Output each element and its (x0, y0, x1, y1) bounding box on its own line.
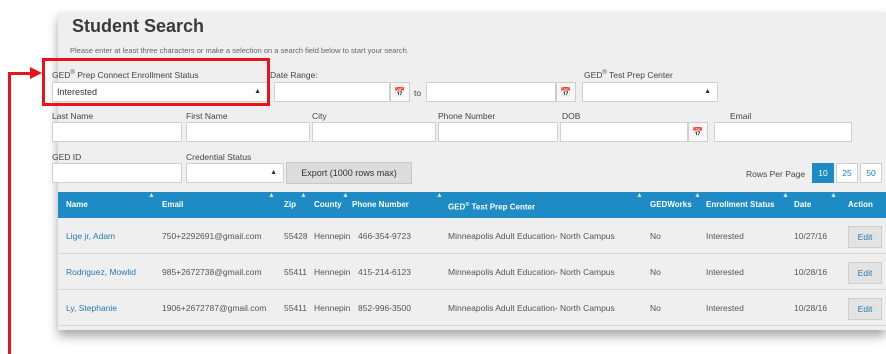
zip-cell: 55411 (284, 267, 308, 277)
sort-icon[interactable]: ▲ (436, 192, 443, 199)
city-label: City (312, 111, 327, 121)
credential-status-select[interactable]: ▲ (186, 163, 284, 183)
chevron-down-icon: ▲ (270, 169, 277, 176)
col-gedworks[interactable]: GEDWorks (650, 192, 692, 218)
sort-icon[interactable]: ▲ (342, 192, 349, 199)
first-name-input[interactable] (186, 122, 310, 142)
phone-number-input[interactable] (438, 122, 558, 142)
credential-status-label: Credential Status (186, 152, 252, 162)
date-cell: 10/27/16 (794, 231, 828, 241)
student-name-link[interactable]: Ly, Stephanie (66, 290, 117, 326)
table-row: Rodriguez, Mowlid 985+2672738@gmail.com … (58, 254, 886, 290)
edit-button[interactable]: Edit (848, 262, 882, 284)
first-name-label: First Name (186, 111, 228, 121)
rows-per-page-25[interactable]: 25 (836, 163, 858, 183)
calendar-icon[interactable]: 📅 (390, 82, 410, 102)
phone-cell: 466-354-9723 (358, 231, 411, 241)
date-from-input[interactable] (274, 82, 390, 102)
email-label: Email (730, 111, 752, 121)
chevron-down-icon: ▲ (704, 88, 711, 95)
enrollment-cell: Interested (706, 267, 744, 277)
table-header: Name ▲ Email ▲ Zip ▲ County ▲ Phone Numb… (58, 192, 886, 218)
dob-label: DOB (562, 111, 581, 121)
sort-icon[interactable]: ▲ (694, 192, 701, 199)
dob-input[interactable] (560, 122, 688, 142)
col-date[interactable]: Date (794, 192, 811, 218)
center-cell: Minneapolis Adult Education- North Campu… (448, 267, 615, 277)
rows-per-page-50[interactable]: 50 (860, 163, 882, 183)
col-phone[interactable]: Phone Number (352, 192, 409, 218)
enrollment-cell: Interested (706, 303, 744, 313)
test-prep-center-label: GED® Test Prep Center (584, 70, 673, 80)
ged-id-input[interactable] (52, 163, 182, 183)
phone-cell: 852-996-3500 (358, 303, 411, 313)
email-cell: 985+2672738@gmail.com (162, 267, 262, 277)
rows-per-page-10[interactable]: 10 (812, 163, 834, 183)
col-action: Action (848, 200, 873, 209)
date-to-input[interactable] (426, 82, 556, 102)
col-email[interactable]: Email (162, 192, 183, 218)
highlight-box (42, 58, 270, 106)
edit-button[interactable]: Edit (848, 298, 882, 320)
date-range-label: Date Range: (270, 70, 318, 80)
calendar-icon[interactable]: 📅 (556, 82, 576, 102)
col-test-prep-center[interactable]: GED® Test Prep Center (448, 192, 535, 218)
sort-icon[interactable]: ▲ (148, 192, 155, 199)
center-cell: Minneapolis Adult Education- North Campu… (448, 303, 615, 313)
edit-button[interactable]: Edit (848, 226, 882, 248)
county-cell: Hennepin (314, 267, 351, 277)
date-cell: 10/28/16 (794, 303, 828, 313)
phone-cell: 415-214-6123 (358, 267, 411, 277)
sort-icon[interactable]: ▲ (300, 192, 307, 199)
county-cell: Hennepin (314, 303, 351, 313)
table-row: Ly, Stephanie 1906+2672787@gmail.com 554… (58, 290, 886, 326)
gedworks-cell: No (650, 303, 661, 313)
gedworks-cell: No (650, 231, 661, 241)
table-row: Lige jr, Adam 750+2292691@gmail.com 5542… (58, 218, 886, 254)
annotation-arrow-line (8, 72, 11, 354)
ged-id-label: GED ID (52, 152, 82, 162)
center-cell: Minneapolis Adult Education- North Campu… (448, 231, 615, 241)
rows-per-page-label: Rows Per Page (746, 169, 806, 179)
student-name-link[interactable]: Lige jr, Adam (66, 218, 115, 254)
page-title: Student Search (72, 16, 205, 36)
sort-icon[interactable]: ▲ (782, 192, 789, 199)
sort-icon[interactable]: ▲ (268, 192, 275, 199)
calendar-icon[interactable]: 📅 (688, 122, 708, 142)
arrow-head-icon (30, 67, 42, 79)
sort-icon[interactable]: ▲ (830, 192, 837, 199)
test-prep-center-select[interactable]: ▲ (582, 82, 718, 102)
date-to-label: to (414, 88, 422, 98)
email-input[interactable] (714, 122, 852, 142)
zip-cell: 55411 (284, 303, 308, 313)
search-hint: Please enter at least three characters o… (70, 46, 409, 55)
email-cell: 750+2292691@gmail.com (162, 231, 262, 241)
col-zip[interactable]: Zip (284, 192, 296, 218)
col-enrollment-status[interactable]: Enrollment Status (706, 192, 774, 218)
zip-cell: 55428 (284, 231, 308, 241)
col-name[interactable]: Name (66, 192, 88, 218)
student-name-link[interactable]: Rodriguez, Mowlid (66, 254, 136, 290)
col-county[interactable]: County (314, 192, 342, 218)
email-cell: 1906+2672787@gmail.com (162, 303, 267, 313)
export-button[interactable]: Export (1000 rows max) (286, 162, 412, 184)
gedworks-cell: No (650, 267, 661, 277)
county-cell: Hennepin (314, 231, 351, 241)
last-name-input[interactable] (52, 122, 182, 142)
sort-icon[interactable]: ▲ (636, 192, 643, 199)
enrollment-cell: Interested (706, 231, 744, 241)
last-name-label: Last Name (52, 111, 94, 121)
phone-number-label: Phone Number (438, 111, 496, 121)
date-cell: 10/28/16 (794, 267, 828, 277)
city-input[interactable] (312, 122, 436, 142)
